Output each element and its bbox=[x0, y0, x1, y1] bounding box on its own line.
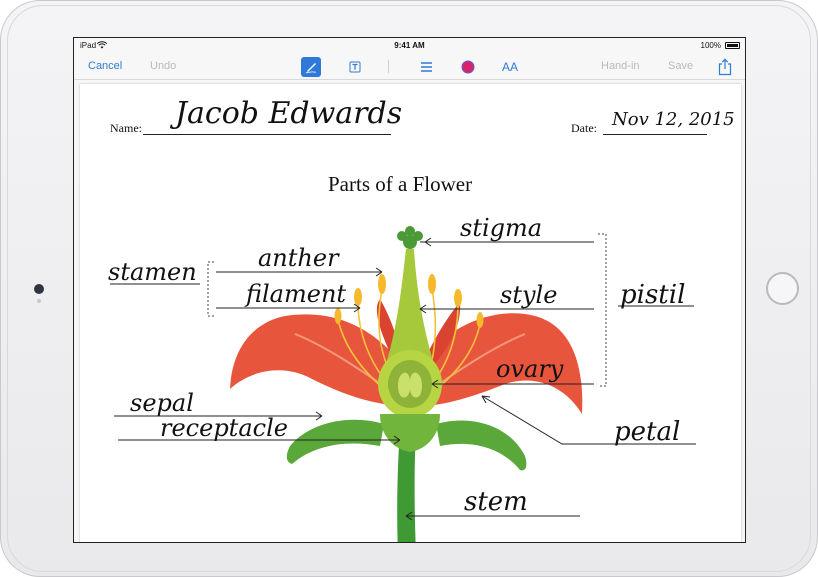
label-stigma: stigma bbox=[460, 214, 543, 242]
undo-button[interactable]: Undo bbox=[150, 60, 176, 72]
hand-in-button[interactable]: Hand-in bbox=[601, 60, 640, 72]
label-filament: filament bbox=[246, 280, 347, 308]
sepal-right bbox=[436, 420, 527, 471]
home-button[interactable] bbox=[766, 272, 799, 305]
label-style: style bbox=[500, 281, 558, 309]
toolbar-divider bbox=[388, 60, 389, 73]
worksheet-page[interactable]: Name: Jacob Edwards Date: Nov 12, 2015 P… bbox=[80, 84, 741, 542]
label-anther: anther bbox=[258, 244, 339, 272]
anther-1 bbox=[378, 274, 386, 294]
status-bar: iPad 9:41 AM 100% bbox=[74, 38, 745, 54]
receptacle-shape bbox=[380, 414, 440, 452]
ipad-device: iPad 9:41 AM 100% Cancel Undo AA Hand-in… bbox=[0, 0, 818, 577]
pen-tool-icon[interactable] bbox=[301, 57, 321, 77]
anther-6 bbox=[476, 312, 484, 328]
front-camera bbox=[34, 284, 44, 294]
clock: 9:41 AM bbox=[394, 41, 425, 50]
label-sepal: sepal bbox=[130, 389, 194, 417]
line-width-icon[interactable] bbox=[416, 57, 436, 77]
label-ovary: ovary bbox=[496, 355, 564, 383]
anther-4 bbox=[428, 274, 436, 294]
font-size-button[interactable]: AA bbox=[500, 57, 520, 77]
label-pistil: pistil bbox=[620, 280, 686, 310]
ambient-sensor bbox=[37, 299, 41, 303]
battery-icon bbox=[725, 42, 740, 49]
style-shape bbox=[386, 249, 434, 364]
text-box-icon[interactable] bbox=[345, 57, 365, 77]
sepal-left bbox=[286, 419, 384, 464]
battery-percentage: 100% bbox=[700, 41, 721, 50]
share-icon[interactable] bbox=[715, 57, 735, 77]
screen: iPad 9:41 AM 100% Cancel Undo AA Hand-in… bbox=[73, 37, 746, 543]
label-stem: stem bbox=[464, 487, 528, 517]
petal-left bbox=[230, 314, 402, 406]
flower-diagram bbox=[110, 226, 696, 542]
label-stamen: stamen bbox=[108, 258, 197, 286]
anther-3 bbox=[334, 308, 342, 324]
label-petal: petal bbox=[614, 417, 681, 447]
ink-color-icon[interactable] bbox=[458, 57, 478, 77]
anther-5 bbox=[454, 289, 462, 307]
save-button[interactable]: Save bbox=[668, 60, 693, 72]
anther-2 bbox=[354, 288, 362, 306]
cancel-button[interactable]: Cancel bbox=[88, 60, 122, 72]
toolbar: Cancel Undo AA Hand-in Save bbox=[74, 54, 745, 80]
label-receptacle: receptacle bbox=[160, 414, 288, 442]
